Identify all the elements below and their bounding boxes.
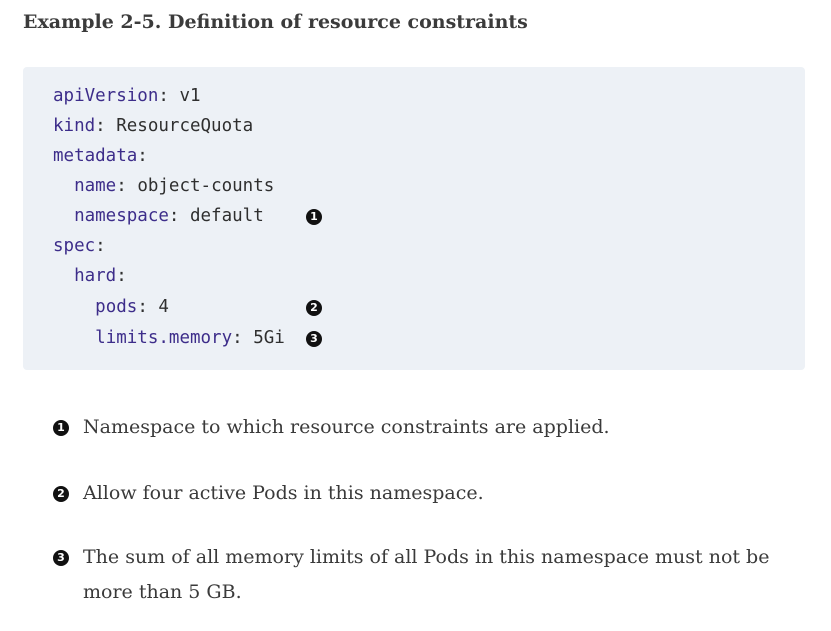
yaml-key: apiVersion [53,86,159,106]
yaml-key: metadata [53,146,138,166]
yaml-value: ResourceQuota [116,116,254,136]
callout-marker-1: 1 [306,209,322,225]
code-line: hard: [53,261,127,291]
yaml-key: limits.memory [95,328,233,348]
yaml-value: v1 [179,86,201,106]
yaml-separator: : [95,236,106,256]
yaml-key: kind [53,116,96,136]
yaml-separator: : [116,266,127,286]
note-text-2: Allow four active Pods in this namespace… [83,482,484,504]
example-caption: Example 2-5. Definition of resource cons… [23,11,528,33]
yaml-separator: : [137,297,159,317]
yaml-value: object-counts [137,176,275,196]
yaml-key: namespace [74,206,169,226]
code-line: apiVersion: v1 [53,81,201,111]
note-marker-2: 2 [53,486,69,502]
callout-marker-2: 2 [306,300,322,316]
code-line: limits.memory: 5Gi [53,323,285,353]
yaml-value: 4 [158,297,169,317]
yaml-key: spec [53,236,96,256]
note-text-3: The sum of all memory limits of all Pods… [83,546,770,603]
note-marker-1: 1 [53,420,69,436]
code-line: spec: [53,231,106,261]
yaml-key: name [74,176,117,196]
yaml-separator: : [158,86,180,106]
yaml-separator: : [168,206,190,226]
note-text-1: Namespace to which resource constraints … [83,416,610,438]
code-block: apiVersion: v1 kind: ResourceQuota metad… [23,67,805,370]
callout-marker-3: 3 [306,331,322,347]
yaml-separator: : [95,116,117,136]
code-line: kind: ResourceQuota [53,111,253,141]
yaml-separator: : [116,176,138,196]
yaml-value: default [189,206,264,226]
code-line: metadata: [53,141,148,171]
yaml-key: pods [95,297,138,317]
note-marker-3: 3 [53,550,69,566]
yaml-separator: : [232,328,254,348]
yaml-separator: : [137,146,148,166]
code-line: pods: 4 [53,292,169,322]
code-line: namespace: default [53,201,264,231]
code-line: name: object-counts [53,171,274,201]
yaml-value: 5Gi [253,328,285,348]
yaml-key: hard [74,266,117,286]
